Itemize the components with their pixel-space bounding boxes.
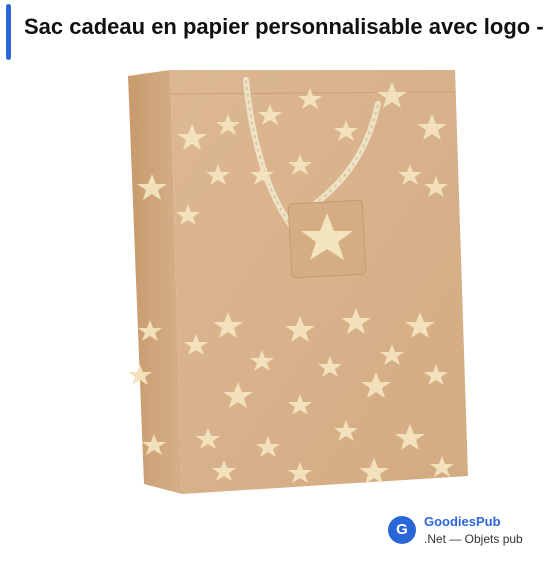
header: Sac cadeau en papier personnalisable ave… [0,0,560,64]
source-badge[interactable]: G GoodiesPub .Net — Objets pub [386,510,546,550]
accent-bar [6,4,11,60]
gift-bag-illustration [128,70,468,494]
product-image[interactable] [0,64,560,560]
source-name[interactable]: GoodiesPub [424,514,501,529]
bag-front [170,70,468,494]
page-title: Sac cadeau en papier personnalisable ave… [24,14,544,39]
source-subtitle: .Net — Objets pub [424,532,523,546]
source-logo-icon: G [388,516,416,544]
